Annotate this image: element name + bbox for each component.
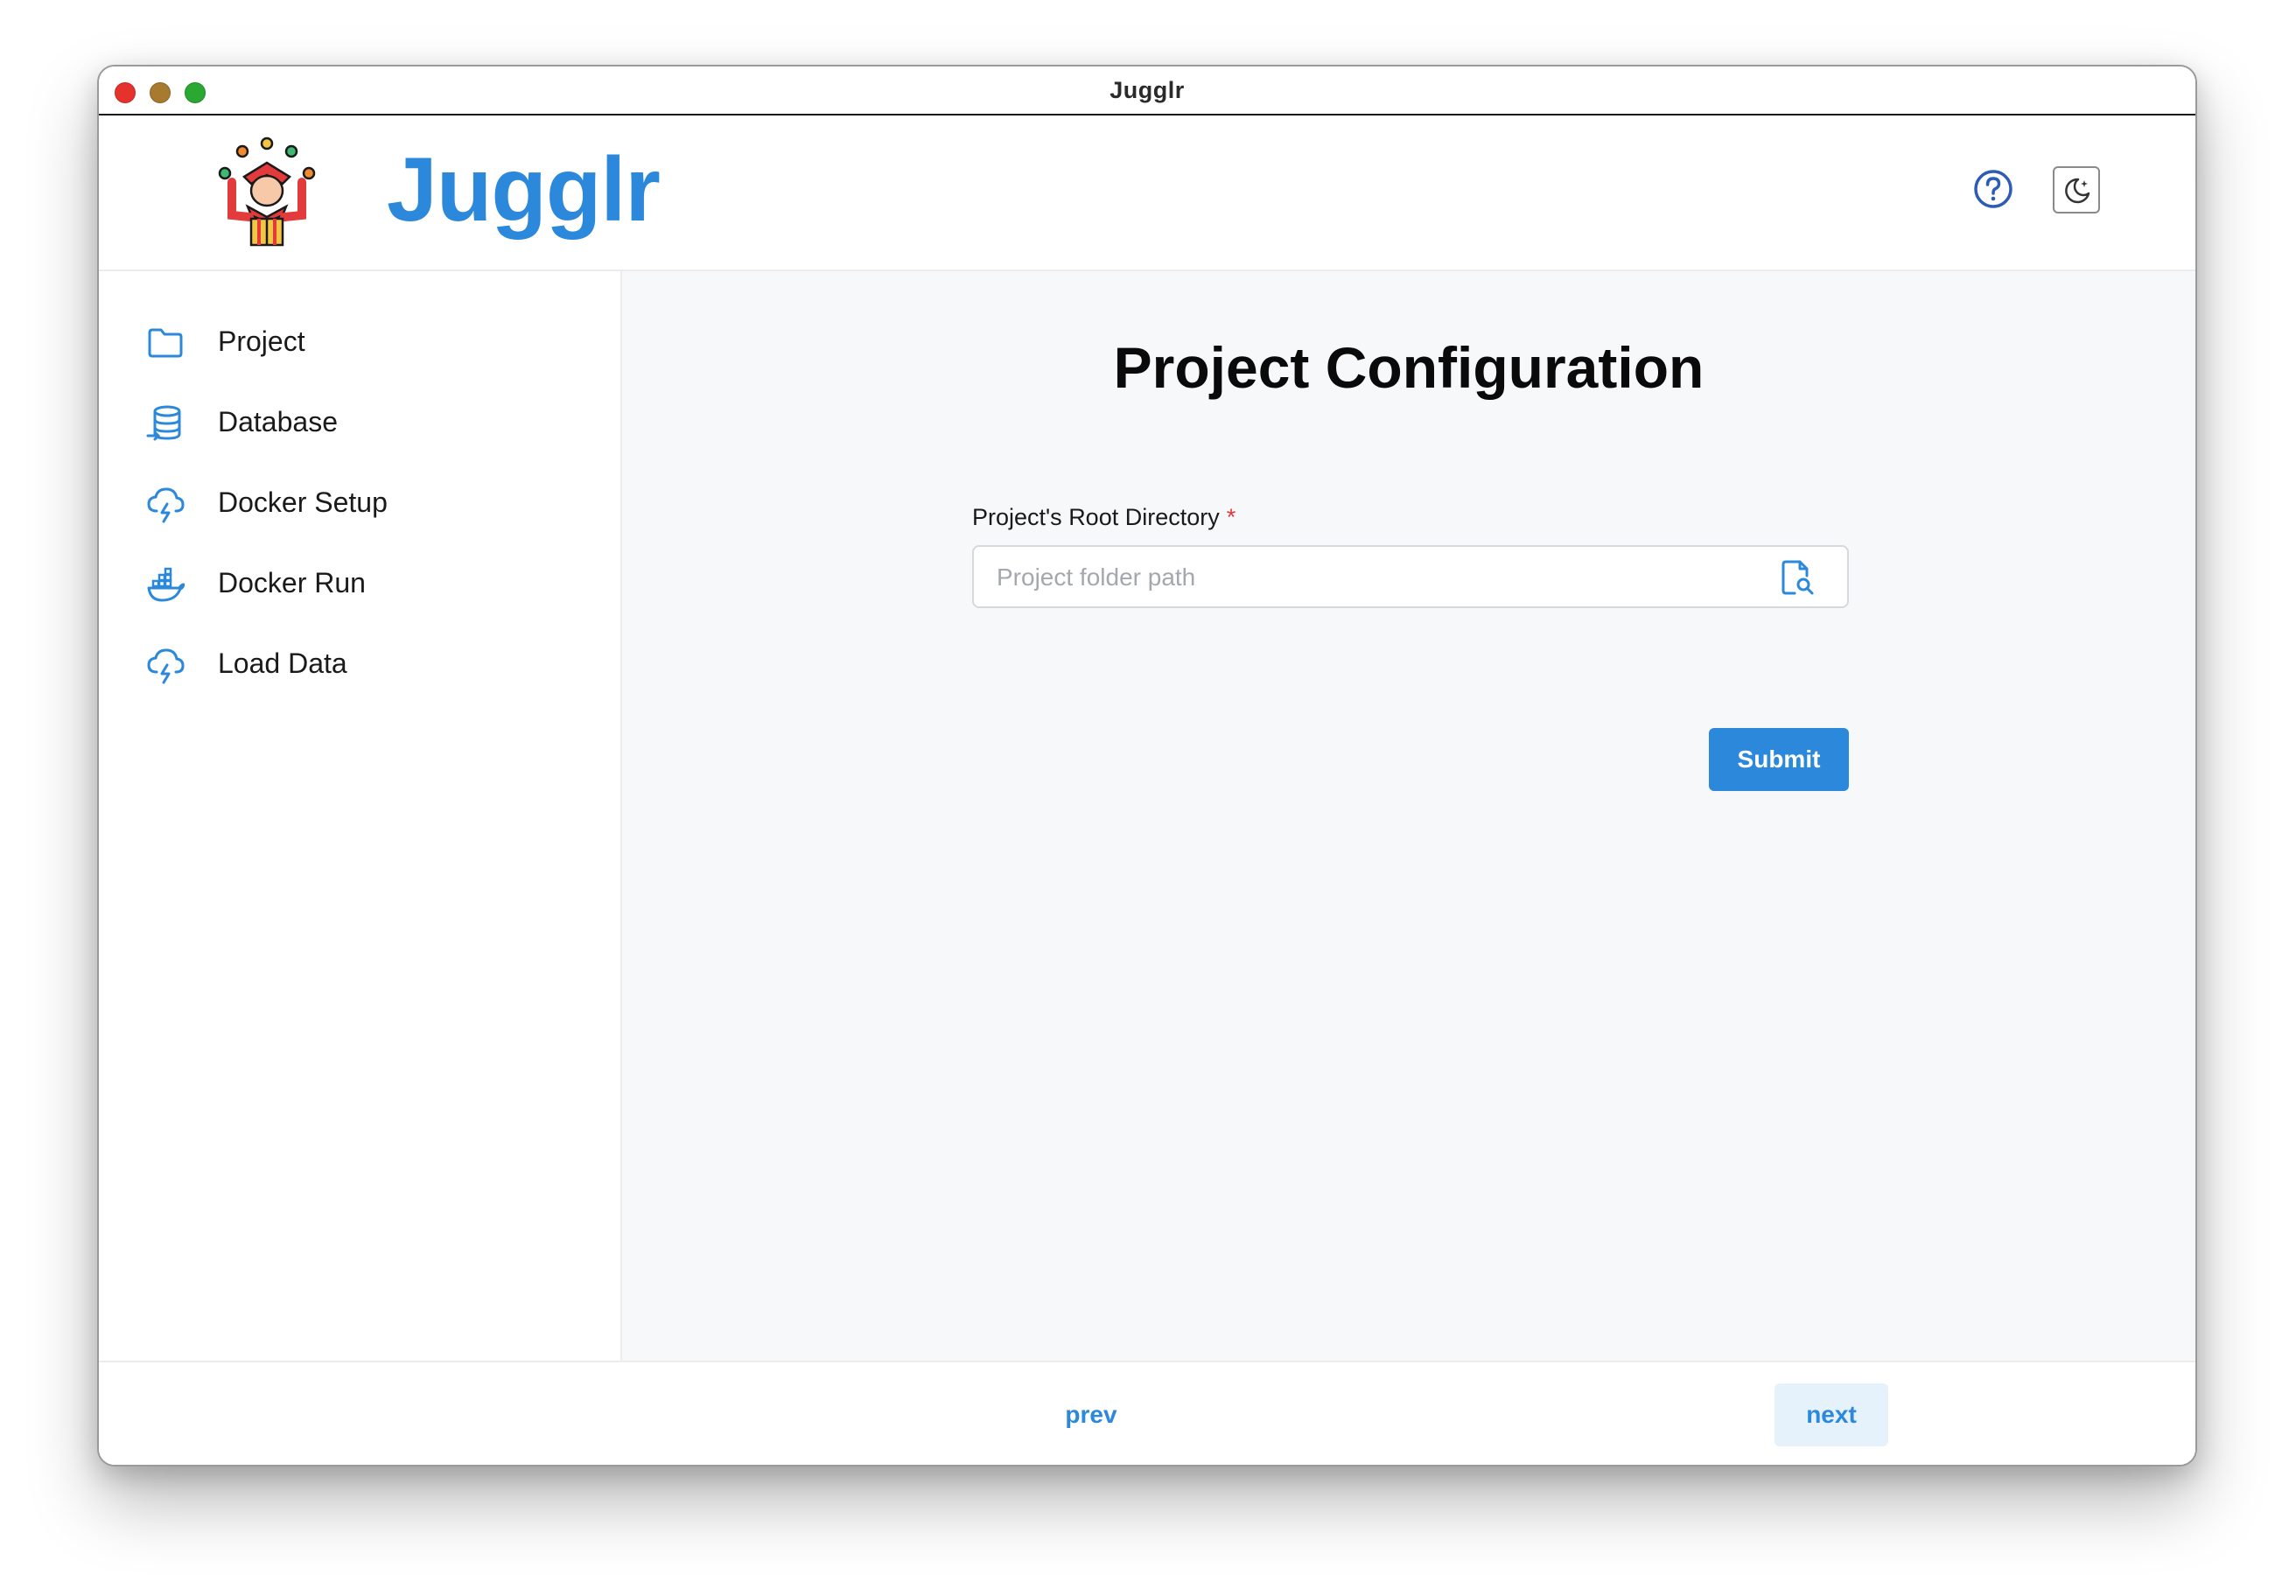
file-search-icon[interactable] [1777,558,1816,597]
root-directory-input[interactable] [995,547,1768,608]
theme-toggle-button[interactable] [2053,166,2100,214]
submit-button[interactable]: Submit [1709,728,1849,791]
window-title: Jugglr [1110,77,1185,103]
field-label-text: Project's Root Directory [972,504,1220,530]
root-directory-label: Project's Root Directory * [972,504,1236,531]
sidebar-item-label: Database [218,406,338,438]
sidebar-item-load-data[interactable]: Load Data [99,630,620,700]
cloud-upload-icon [147,487,185,523]
jester-logo-icon [214,136,319,247]
moon-icon [2065,178,2090,204]
main-content: Project Configuration Project's Root Dir… [622,271,2195,1361]
cloud-upload-icon [147,648,185,684]
docker-icon [147,567,185,602]
next-button[interactable]: next [1774,1383,1888,1446]
prev-button[interactable]: prev [1039,1392,1144,1438]
app-header: Jugglr [99,116,2195,271]
footer-nav: prev next [99,1361,2195,1465]
sidebar-item-project[interactable]: Project [99,308,620,378]
folder-icon [148,328,183,358]
help-button[interactable] [1972,168,2014,210]
title-bar[interactable]: Jugglr [99,66,2195,116]
required-asterisk: * [1226,504,1236,530]
sidebar: Project Database Docker Setup Docker Run… [99,271,622,1361]
sidebar-item-docker-setup[interactable]: Docker Setup [99,469,620,539]
root-directory-field[interactable] [972,545,1849,608]
brand-name: Jugglr [387,139,661,241]
sidebar-item-label: Docker Run [218,567,366,598]
database-icon [146,405,181,441]
sidebar-item-docker-run[interactable]: Docker Run [99,550,620,620]
sidebar-item-database[interactable]: Database [99,388,620,458]
help-circle-icon [1974,170,2012,208]
page-title: Project Configuration [1113,335,1704,400]
app-window: Jugglr Jugglr Project Database Docker Se… [97,65,2197,1466]
sidebar-item-label: Docker Setup [218,486,388,518]
sidebar-item-label: Project [218,326,305,357]
sidebar-item-label: Load Data [218,648,347,679]
